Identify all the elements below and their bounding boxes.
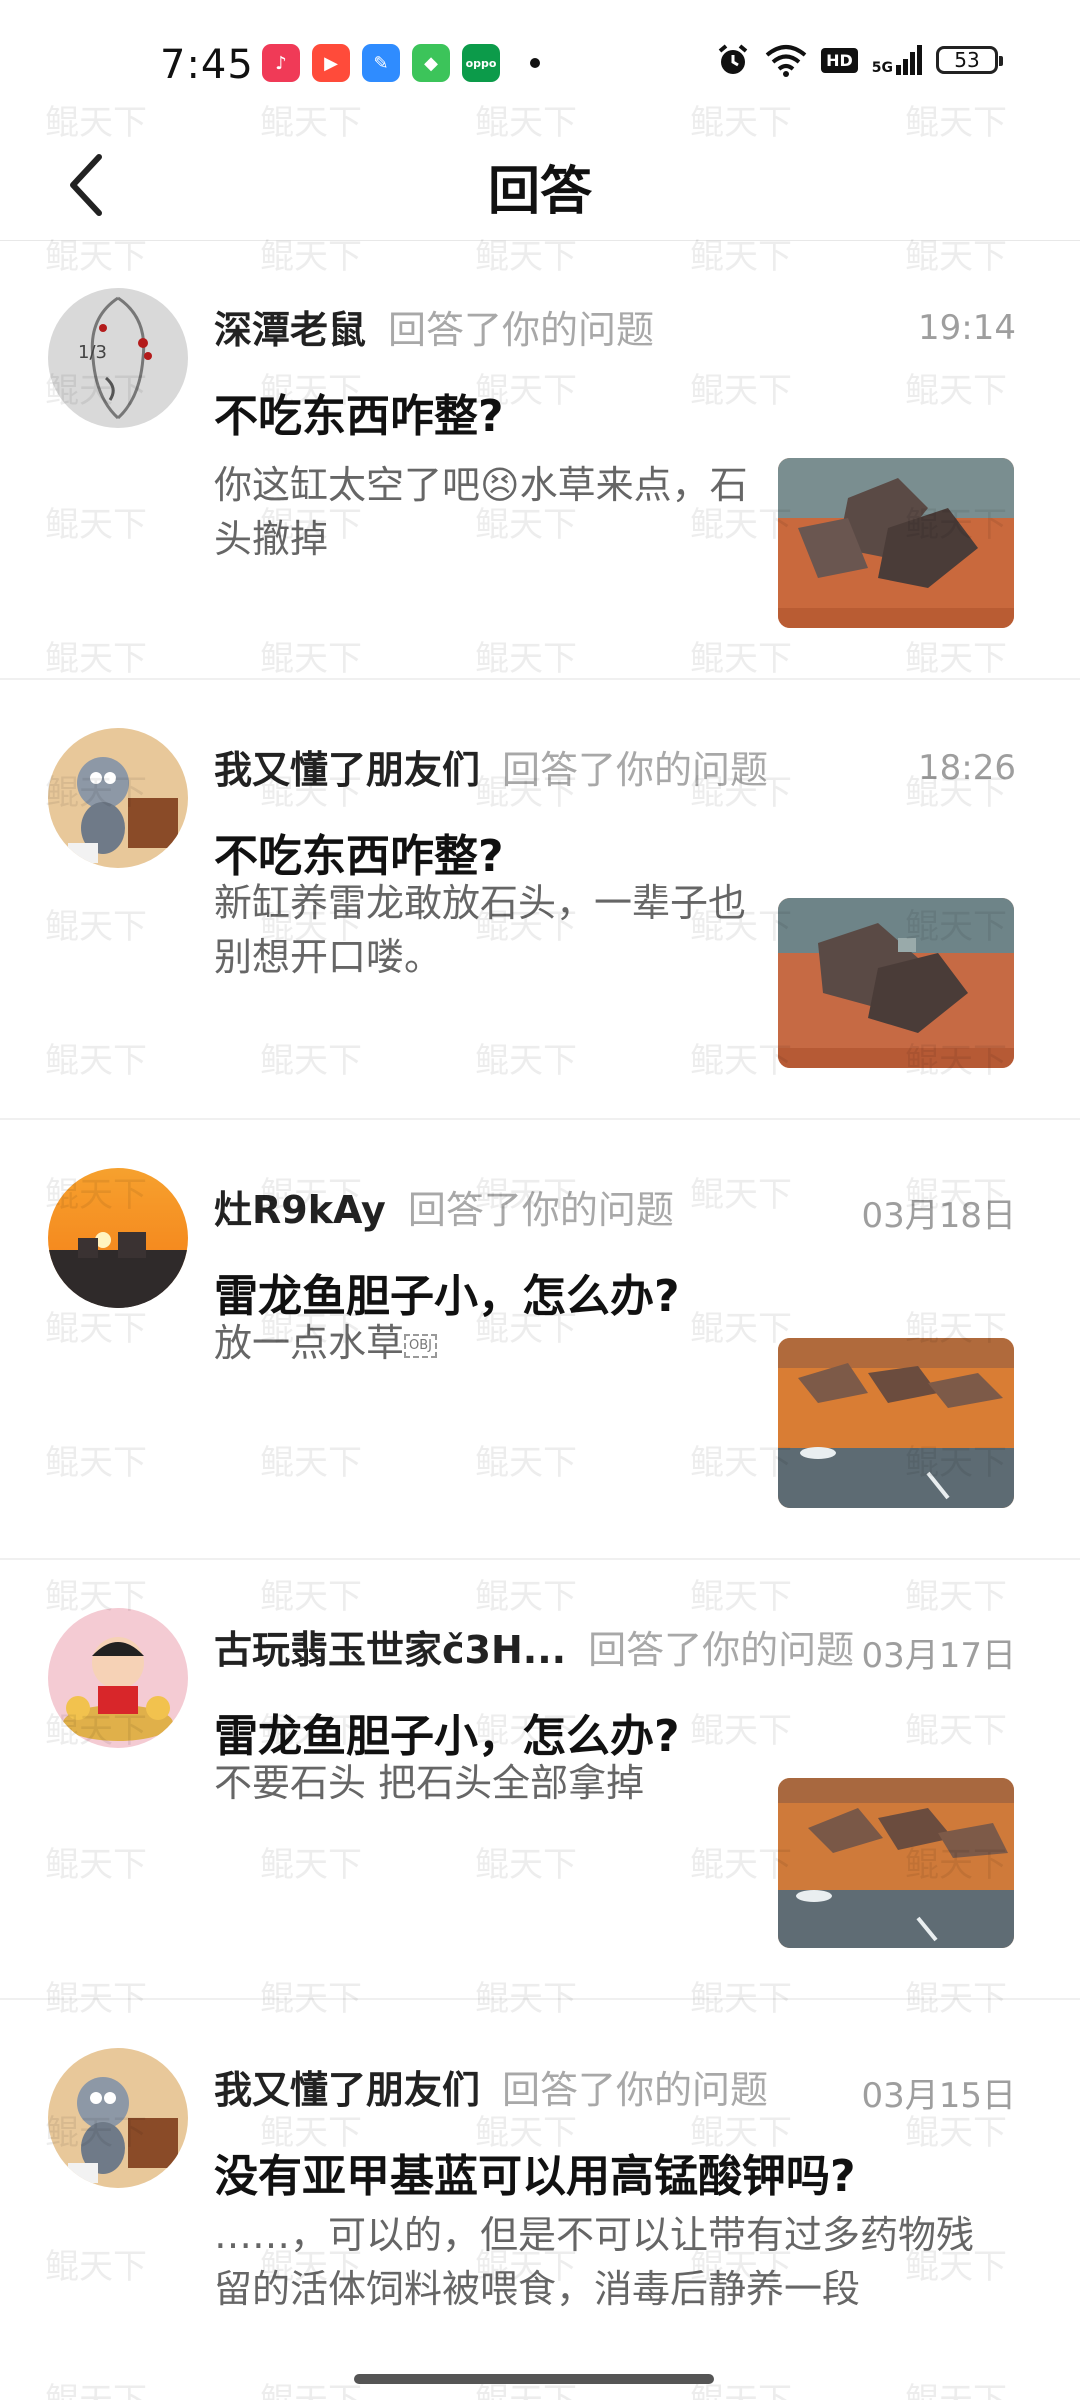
network-type: 5G bbox=[871, 60, 893, 76]
list-item[interactable]: 古玩翡玉世家č3H... 回答了你的问题 03月17日 雷龙鱼胆子小，怎么办? … bbox=[0, 1560, 1080, 2000]
question-thumbnail[interactable] bbox=[778, 1778, 1014, 1948]
video-app-icon: ▶ bbox=[312, 44, 350, 82]
question-title[interactable]: 雷龙鱼胆子小，怎么办? bbox=[214, 1260, 680, 1324]
answer-text-part: 你这缸太空了吧 bbox=[214, 463, 481, 507]
page-title: 回答 bbox=[487, 162, 592, 222]
question-title[interactable]: 不吃东西咋整? bbox=[214, 820, 504, 884]
timestamp: 03月17日 bbox=[861, 1636, 1016, 1676]
list-item[interactable]: 灶R9kAy 回答了你的问题 03月18日 雷龙鱼胆子小，怎么办? 放一点水草 O… bbox=[0, 1120, 1080, 1560]
answers-list: 1/3 深潭老鼠 回答了你的问题 19:14 不吃东西咋整? 你这缸太空了吧😣水… bbox=[0, 240, 1080, 2400]
rocks-on-sand-thumb bbox=[778, 458, 1014, 628]
home-indicator[interactable] bbox=[354, 2374, 714, 2384]
avatar[interactable] bbox=[48, 1168, 188, 1308]
signal-icon: 5G bbox=[872, 45, 922, 75]
wifi-icon bbox=[765, 45, 807, 77]
answer-text: 你这缸太空了吧😣水草来点，石头撤掉 bbox=[214, 458, 774, 566]
app-header: 回答 bbox=[0, 135, 1080, 241]
timestamp: 18:26 bbox=[918, 748, 1016, 788]
status-bar: 7:45 ♪ ▶ ✎ ◆ oppo HD 5G 53 bbox=[0, 0, 1080, 135]
question-thumbnail[interactable] bbox=[778, 1338, 1014, 1508]
grimace-emoji-icon: 😣 bbox=[480, 463, 520, 507]
username[interactable]: 我又懂了朋友们 bbox=[214, 2059, 480, 2114]
item-header: 深潭老鼠 回答了你的问题 bbox=[214, 296, 1020, 356]
timestamp: 03月18日 bbox=[861, 1196, 1016, 1236]
status-indicators: HD 5G 53 bbox=[715, 42, 1003, 78]
avatar[interactable] bbox=[48, 728, 188, 868]
hd-badge: HD bbox=[821, 47, 858, 73]
answer-text-part: 放一点水草 bbox=[214, 1321, 405, 1365]
username[interactable]: 深潭老鼠 bbox=[214, 299, 366, 354]
obj-placeholder-icon: OBJ bbox=[404, 1333, 438, 1358]
answer-text: 不要石头 把石头全部拿掉 bbox=[214, 1761, 645, 1805]
battery-icon: 53 bbox=[936, 46, 1003, 74]
list-item[interactable]: 我又懂了朋友们 回答了你的问题 18:26 不吃东西咋整? 新缸养雷龙敢放石头，… bbox=[0, 680, 1080, 1120]
cartoon-cat-avatar bbox=[48, 728, 188, 868]
answer-text: 放一点水草 OBJ bbox=[214, 1316, 774, 1370]
question-title[interactable]: 不吃东西咋整? bbox=[214, 380, 504, 444]
svg-text:1/3: 1/3 bbox=[78, 342, 107, 363]
username[interactable]: 我又懂了朋友们 bbox=[214, 739, 480, 794]
item-header: 我又懂了朋友们 回答了你的问题 bbox=[214, 736, 1020, 796]
answer-text: 新缸养雷龙敢放石头，一辈子也别想开口喽。 bbox=[214, 881, 747, 979]
cartoon-boy-gold-avatar bbox=[48, 1608, 188, 1748]
action-text: 回答了你的问题 bbox=[502, 2067, 769, 2112]
username[interactable]: 灶R9kAy bbox=[214, 1179, 386, 1234]
list-item[interactable]: 1/3 深潭老鼠 回答了你的问题 19:14 不吃东西咋整? 你这缸太空了吧😣水… bbox=[0, 240, 1080, 680]
avatar[interactable] bbox=[48, 1608, 188, 1748]
timestamp: 03月15日 bbox=[861, 2076, 1016, 2116]
answer-text: ……，可以的，但是不可以让带有过多药物残留的活体饲料被喂食，消毒后静养一段 bbox=[214, 2213, 975, 2311]
question-title[interactable]: 没有亚甲基蓝可以用高锰酸钾吗? bbox=[214, 2140, 856, 2204]
aquarium-sand-thumb bbox=[778, 1338, 1014, 1508]
oppo-app-icon: oppo bbox=[462, 44, 500, 82]
question-thumbnail[interactable] bbox=[778, 898, 1014, 1068]
timestamp: 19:14 bbox=[918, 308, 1016, 348]
list-item[interactable]: 我又懂了朋友们 回答了你的问题 03月15日 没有亚甲基蓝可以用高锰酸钾吗? …… bbox=[0, 2000, 1080, 2400]
notification-app-icons: ♪ ▶ ✎ ◆ oppo bbox=[262, 44, 540, 82]
music-app-icon: ♪ bbox=[262, 44, 300, 82]
avatar[interactable]: 1/3 bbox=[48, 288, 188, 428]
cartoon-cat-avatar bbox=[48, 2048, 188, 2188]
feather-app-icon: ✎ bbox=[362, 44, 400, 82]
action-text: 回答了你的问题 bbox=[388, 307, 655, 352]
status-time: 7:45 bbox=[160, 42, 254, 88]
rocks-on-sand-thumb bbox=[778, 898, 1014, 1068]
face-sketch-avatar: 1/3 bbox=[48, 288, 188, 428]
question-thumbnail[interactable] bbox=[778, 458, 1014, 628]
store-app-icon: ◆ bbox=[412, 44, 450, 82]
action-text: 回答了你的问题 bbox=[502, 747, 769, 792]
question-title[interactable]: 雷龙鱼胆子小，怎么办? bbox=[214, 1700, 680, 1764]
alarm-icon bbox=[718, 44, 748, 74]
battery-level: 53 bbox=[954, 48, 980, 72]
screen: 7:45 ♪ ▶ ✎ ◆ oppo HD 5G 53 回答 1/3 深潭老鼠 回… bbox=[0, 0, 1080, 2400]
username[interactable]: 古玩翡玉世家č3H... bbox=[214, 1619, 566, 1674]
avatar[interactable] bbox=[48, 2048, 188, 2188]
more-notifications-dot bbox=[530, 58, 540, 68]
aquarium-sand-thumb bbox=[778, 1778, 1014, 1948]
action-text: 回答了你的问题 bbox=[407, 1187, 674, 1232]
sunset-avatar bbox=[48, 1168, 188, 1308]
action-text: 回答了你的问题 bbox=[588, 1627, 855, 1672]
